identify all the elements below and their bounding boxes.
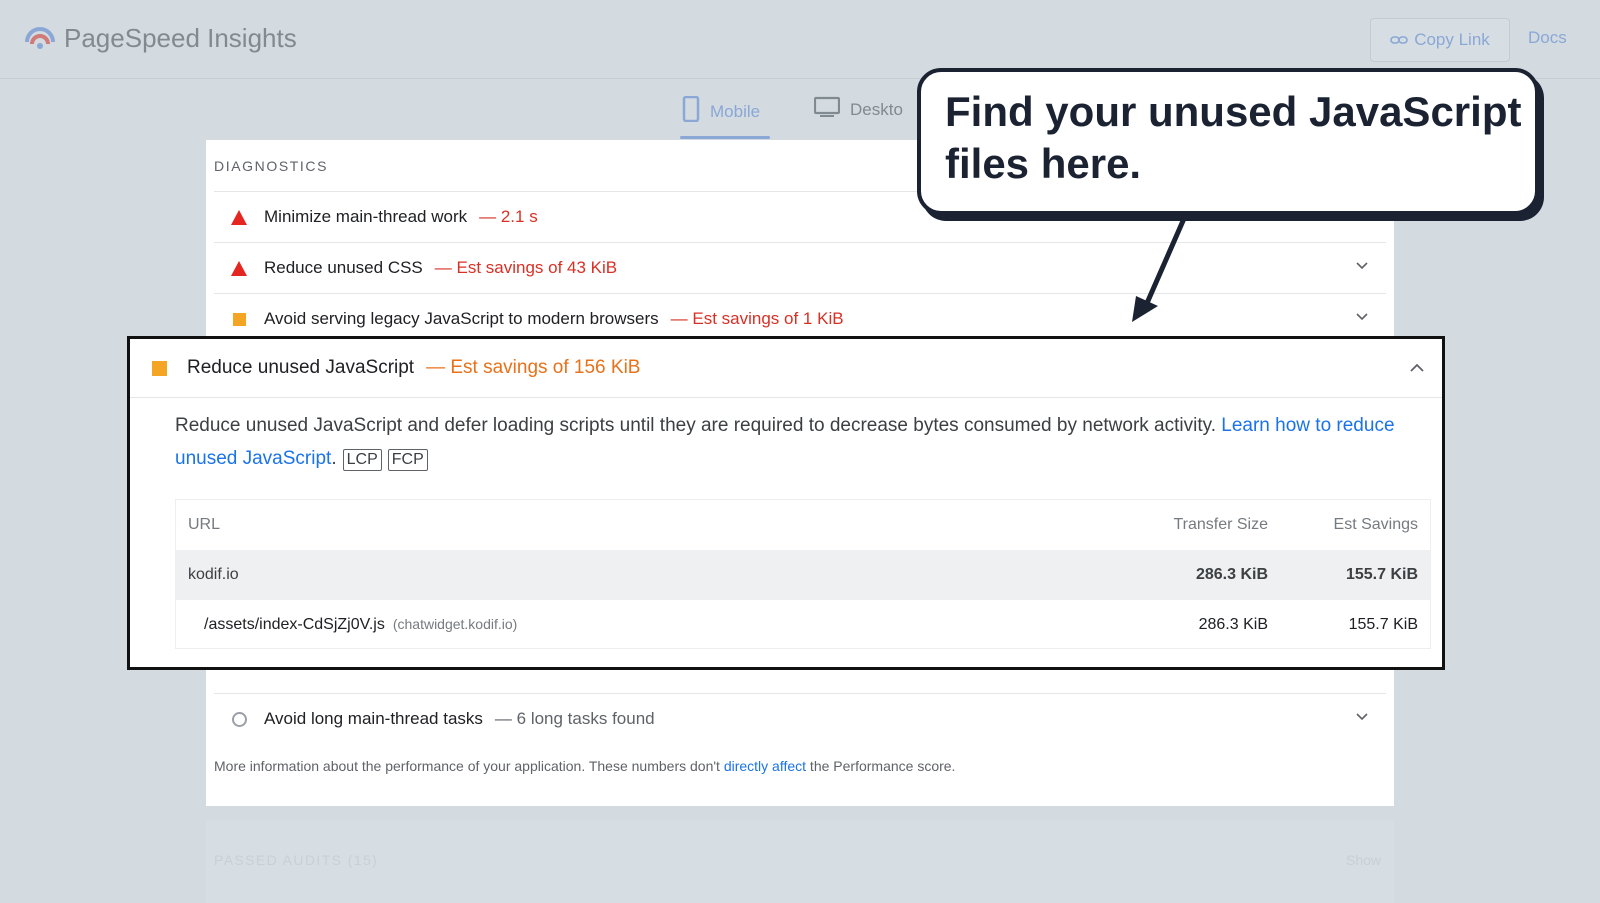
passed-audits-show-button[interactable]: Show — [1346, 852, 1381, 868]
grey-circle-icon — [228, 711, 250, 727]
est-savings-value: 155.7 KiB — [1345, 566, 1418, 583]
callout-bubble: Find your unused JavaScript files here. — [917, 68, 1539, 215]
audit-title: Reduce unused CSS — [264, 258, 423, 277]
docs-link[interactable]: Docs — [1528, 28, 1567, 48]
audit-detail: — 6 long tasks found — [494, 709, 655, 728]
chevron-down-icon[interactable] — [1356, 259, 1368, 271]
column-header-est-savings: Est Savings — [1333, 516, 1418, 533]
pagespeed-logo-icon — [25, 27, 55, 49]
audit-row-unused-css[interactable]: Reduce unused CSS — Est savings of 43 Ki… — [214, 242, 1386, 293]
diagnostics-footer-note: More information about the performance o… — [214, 758, 955, 774]
column-header-url: URL — [188, 516, 221, 533]
table-header-row: URL Transfer Size Est Savings — [176, 500, 1430, 550]
table-row: /assets/index-CdSjZj0V.js (chatwidget.kod… — [176, 600, 1430, 650]
divider — [130, 397, 1442, 398]
audit-description: Reduce unused JavaScript and defer loadi… — [175, 415, 1395, 471]
callout-text: Find your unused JavaScript files here. — [945, 88, 1522, 187]
red-triangle-icon — [228, 209, 250, 225]
footer-note-prefix: More information about the performance o… — [214, 758, 724, 774]
resource-url[interactable]: /assets/index-CdSjZj0V.js (chatwidget.kod… — [204, 616, 517, 634]
description-text: Reduce unused JavaScript and defer loadi… — [175, 415, 1222, 436]
copy-link-button[interactable]: Copy Link — [1370, 18, 1510, 62]
resource-origin: (chatwidget.kodif.io) — [392, 616, 518, 632]
app-name: PageSpeed Insights — [64, 22, 297, 53]
passed-audits-section — [206, 820, 1394, 903]
tab-mobile[interactable]: Mobile — [682, 95, 761, 127]
chevron-down-icon[interactable] — [1356, 710, 1368, 722]
chevron-down-icon[interactable] — [1356, 310, 1368, 322]
metric-badge-fcp: FCP — [387, 449, 428, 471]
audit-row-long-tasks[interactable]: Avoid long main-thread tasks — 6 long ta… — [214, 693, 1386, 744]
tab-desktop[interactable]: Deskto — [813, 96, 903, 123]
metric-badge-lcp: LCP — [342, 449, 382, 471]
tab-desktop-label: Deskto — [850, 99, 903, 119]
transfer-size-value: 286.3 KiB — [1198, 616, 1268, 633]
audit-detail: — Est savings of 156 KiB — [426, 357, 641, 378]
resource-path: /assets/index-CdSjZj0V.js — [204, 616, 385, 633]
tab-mobile-label: Mobile — [710, 101, 761, 121]
audit-title: Avoid long main-thread tasks — [264, 709, 483, 728]
copy-link-label: Copy Link — [1414, 30, 1490, 49]
table-row: kodif.io 286.3 KiB 155.7 KiB — [176, 550, 1430, 600]
orange-square-icon — [228, 312, 250, 326]
audit-detail: — Est savings of 43 KiB — [434, 258, 618, 277]
footer-note-suffix: the Performance score. — [806, 758, 956, 774]
directly-affect-link[interactable]: directly affect — [724, 758, 806, 774]
app-logo[interactable]: PageSpeed Insights — [24, 22, 297, 54]
audit-title: Avoid serving legacy JavaScript to moder… — [264, 309, 659, 328]
link-icon — [1390, 30, 1408, 50]
audit-title: Minimize main-thread work — [264, 207, 468, 226]
red-triangle-icon — [228, 260, 250, 276]
chevron-up-icon[interactable] — [1410, 361, 1424, 375]
audit-detail: — Est savings of 1 KiB — [670, 309, 844, 328]
details-table: URL Transfer Size Est Savings kodif.io 2… — [175, 499, 1431, 649]
orange-square-icon — [152, 360, 167, 376]
audit-detail: — 2.1 s — [479, 207, 538, 226]
diagnostics-section-title: DIAGNOSTICS — [214, 158, 329, 174]
audit-header[interactable]: Reduce unused JavaScript — Est savings o… — [130, 339, 1442, 397]
passed-audits-label[interactable]: PASSED AUDITS (15) — [214, 852, 378, 868]
callout-arrow-icon — [1132, 212, 1189, 322]
phone-icon — [682, 95, 700, 127]
entity-name: kodif.io — [188, 566, 239, 583]
est-savings-value: 155.7 KiB — [1348, 616, 1418, 633]
column-header-transfer-size: Transfer Size — [1173, 516, 1268, 533]
transfer-size-value: 286.3 KiB — [1195, 566, 1268, 583]
audit-title: Reduce unused JavaScript — [187, 357, 415, 378]
monitor-icon — [813, 96, 841, 123]
tab-active-indicator — [680, 136, 770, 139]
highlighted-audit-unused-javascript: Reduce unused JavaScript — Est savings o… — [127, 336, 1445, 670]
